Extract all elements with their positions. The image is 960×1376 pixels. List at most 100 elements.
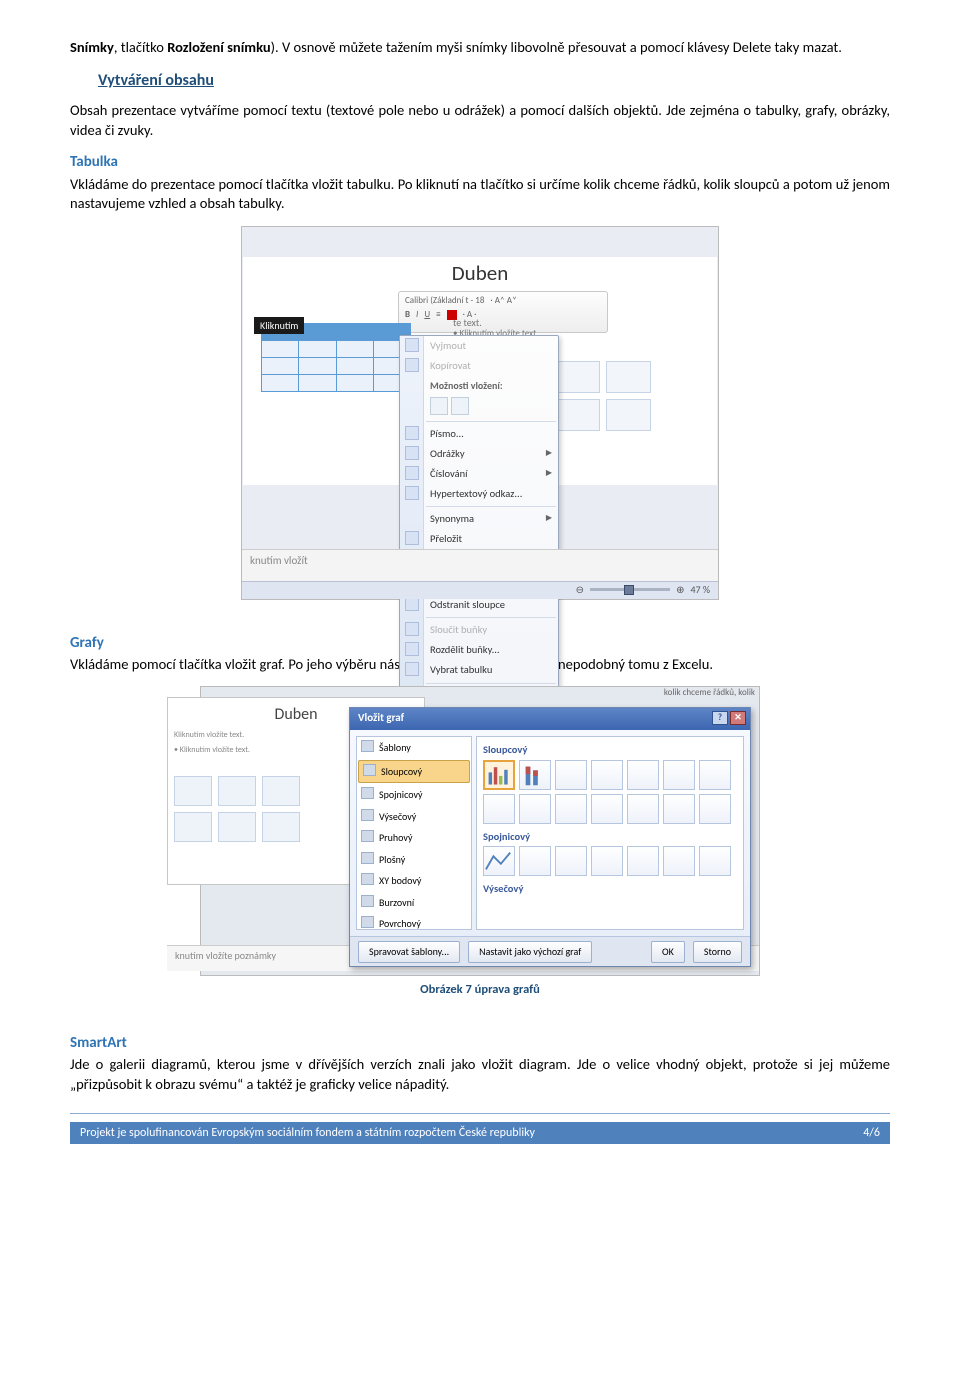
subtype-cylinder-stacked[interactable] xyxy=(519,794,551,824)
insert-picture-icon xyxy=(174,812,212,842)
footer-rule xyxy=(70,1113,890,1114)
zoom-value: 47 % xyxy=(690,583,710,597)
type-column[interactable]: Sloupcový xyxy=(358,760,470,784)
copy-icon xyxy=(405,358,419,372)
screenshot-insert-chart-dialog: kolik chceme řádků, kolik Duben Kliknutí… xyxy=(200,686,760,976)
subtype-line-markers[interactable] xyxy=(591,846,623,876)
cancel-button[interactable]: Storno xyxy=(693,941,742,963)
text-snimky: Snímky xyxy=(70,38,114,56)
menu-select-table[interactable]: Vybrat tabulku xyxy=(400,660,558,680)
cut-icon xyxy=(405,338,419,352)
type-pie[interactable]: Výsečový xyxy=(357,806,471,828)
menu-numbering[interactable]: Číslování▶ xyxy=(400,464,558,484)
insert-clipart-icon xyxy=(556,399,601,431)
type-bar[interactable]: Pruhový xyxy=(357,827,471,849)
subtype-line-100[interactable] xyxy=(555,846,587,876)
context-menu: Vyjmout Kopírovat Možnosti vložení: Písm… xyxy=(399,335,559,707)
insert-smartart-icon xyxy=(606,361,651,393)
heading-vytvareni-obsahu: Vytváření obsahu xyxy=(98,70,890,92)
menu-hyperlink[interactable]: Hypertextový odkaz... xyxy=(400,484,558,504)
translate-icon xyxy=(405,531,419,545)
status-bar: ⊖⊕ 47 % xyxy=(242,581,718,599)
type-surface[interactable]: Povrchový xyxy=(357,913,471,930)
pie-chart-icon xyxy=(361,809,374,821)
type-area[interactable]: Plošný xyxy=(357,849,471,871)
area-chart-icon xyxy=(361,852,374,864)
menu-cut[interactable]: Vyjmout xyxy=(400,336,558,356)
dialog-insert-chart: Vložit graf ? ✕ Šablony Sloupcový Spojni… xyxy=(349,707,751,967)
subtype-line-markers-stacked[interactable] xyxy=(627,846,659,876)
footer-page-number: 4/6 xyxy=(863,1125,880,1141)
column-subtype-grid xyxy=(483,760,737,824)
subtype-line-stacked[interactable] xyxy=(519,846,551,876)
insert-media-icon xyxy=(262,812,300,842)
kliknutim-label: Kliknutím xyxy=(254,317,304,335)
type-xy[interactable]: XY bodový xyxy=(357,870,471,892)
subtype-3d-clustered[interactable] xyxy=(591,760,623,790)
slide-title: Duben xyxy=(243,259,717,287)
stock-chart-icon xyxy=(361,895,374,907)
footer-text: Projekt je spolufinancován Evropským soc… xyxy=(80,1125,535,1141)
subtype-line[interactable] xyxy=(483,846,515,876)
dialog-titlebar[interactable]: Vložit graf ? ✕ xyxy=(350,708,750,730)
merge-icon xyxy=(405,622,419,636)
subtype-cone-100[interactable] xyxy=(663,794,695,824)
subtype-cone[interactable] xyxy=(591,794,623,824)
set-default-chart-button[interactable]: Nastavit jako výchozí graf xyxy=(468,941,592,963)
insert-table-icon xyxy=(174,776,212,806)
type-line[interactable]: Spojnicový xyxy=(357,784,471,806)
heading-smartart: SmartArt xyxy=(70,1033,890,1053)
subtype-3d-column[interactable] xyxy=(699,760,731,790)
type-templates[interactable]: Šablony xyxy=(357,737,471,759)
heading-tabulka: Tabulka xyxy=(70,152,890,172)
manage-templates-button[interactable]: Spravovat šablony... xyxy=(358,941,460,963)
subtype-clustered-column[interactable] xyxy=(483,760,515,790)
dialog-help-button[interactable]: ? xyxy=(712,711,728,725)
subtype-cone-3d[interactable] xyxy=(699,794,731,824)
notes-pane: knutím vložít xyxy=(242,549,718,581)
select-table-icon xyxy=(405,662,419,676)
menu-merge-cells[interactable]: Sloučit buňky xyxy=(400,620,558,640)
delete-cols-icon xyxy=(405,597,419,611)
subtype-3d-100-stacked[interactable] xyxy=(663,760,695,790)
line-chart-icon xyxy=(361,787,374,799)
subtype-stacked-column[interactable] xyxy=(519,760,551,790)
menu-split-cells[interactable]: Rozdělit buňky... xyxy=(400,640,558,660)
subtype-100-stacked-column[interactable] xyxy=(555,760,587,790)
insert-chart-icon xyxy=(218,776,256,806)
insert-chart-icon xyxy=(556,361,601,393)
menu-font[interactable]: Písmo... xyxy=(400,424,558,444)
menu-synonyms[interactable]: Synonyma▶ xyxy=(400,509,558,529)
folder-icon xyxy=(361,740,374,752)
ok-button[interactable]: OK xyxy=(651,941,685,963)
subtype-line-markers-100[interactable] xyxy=(663,846,695,876)
subtype-cylinder-100[interactable] xyxy=(555,794,587,824)
behind-text: kolik chceme řádků, kolik xyxy=(664,687,755,699)
subtype-3d-stacked[interactable] xyxy=(627,760,659,790)
chart-subtype-panel: Sloupcový Spojnicový xyxy=(476,736,744,930)
menu-copy[interactable]: Kopírovat xyxy=(400,356,558,376)
subtype-cylinder[interactable] xyxy=(483,794,515,824)
paragraph-smartart: Jde o galerii diagramů, kterou jsme v dř… xyxy=(70,1055,890,1094)
paragraph-intro: Snímky, tlačítko Rozložení snímku). V os… xyxy=(70,38,890,58)
insert-smartart-icon xyxy=(262,776,300,806)
xy-chart-icon xyxy=(361,873,374,885)
chart-type-list: Šablony Sloupcový Spojnicový Výsečový Pr… xyxy=(356,736,472,930)
column-chart-icon xyxy=(363,764,376,776)
text-rozlozeni: Rozložení snímku xyxy=(167,38,270,56)
split-icon xyxy=(405,642,419,656)
mini-toolbar: Calibri (Základní t - 18 · A˄ A˅ B I U ≡… xyxy=(398,291,608,333)
insert-media-icon xyxy=(606,399,651,431)
subtype-cone-stacked[interactable] xyxy=(627,794,659,824)
type-stock[interactable]: Burzovní xyxy=(357,892,471,914)
zoom-control[interactable]: ⊖⊕ 47 % xyxy=(576,583,710,597)
menu-bullets[interactable]: Odrážky▶ xyxy=(400,444,558,464)
group-heading-line: Spojnicový xyxy=(483,830,737,844)
dialog-close-button[interactable]: ✕ xyxy=(730,711,746,725)
font-icon xyxy=(405,426,419,440)
menu-translate[interactable]: Přeložit xyxy=(400,529,558,549)
group-heading-column: Sloupcový xyxy=(483,743,737,757)
paragraph-tabulka: Vkládáme do prezentace pomocí tlačítka v… xyxy=(70,175,890,214)
subtype-3d-line[interactable] xyxy=(699,846,731,876)
bar-chart-icon xyxy=(361,830,374,842)
